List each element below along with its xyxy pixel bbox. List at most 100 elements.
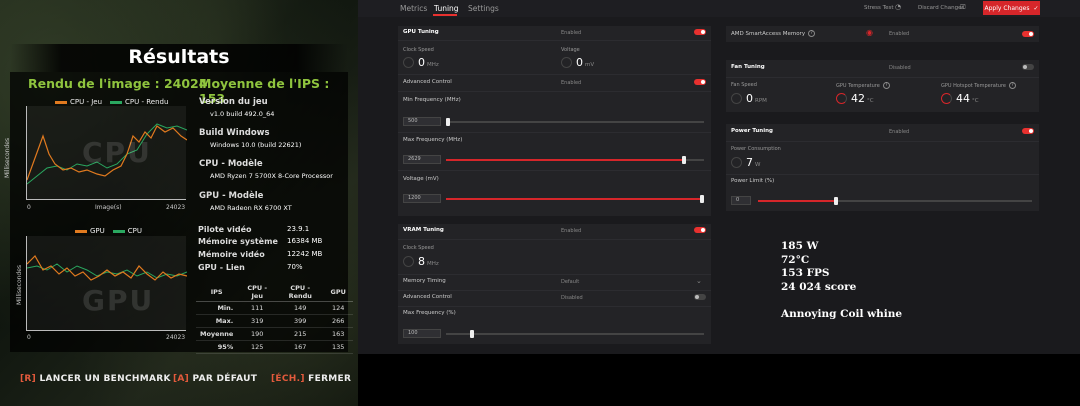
table-cell: 125: [237, 340, 278, 354]
tab-settings[interactable]: Settings: [468, 4, 499, 13]
max-frequency-label: Max Frequency (MHz): [403, 137, 463, 143]
gpu-tuning-toggle[interactable]: [694, 29, 706, 35]
max-frequency-slider-fill: [446, 159, 683, 161]
table-cell: 319: [237, 314, 278, 328]
power-tuning-toggle[interactable]: [1022, 128, 1034, 134]
vram-clock-number: 8: [418, 255, 425, 268]
run-benchmark-button[interactable]: [R] LANCER UN BENCHMARK: [20, 374, 171, 384]
close-key: [ÉCH.]: [271, 374, 305, 384]
gpu-frame-time-chart: GPU: [26, 236, 188, 331]
voltage-mv-input[interactable]: 1200: [403, 194, 441, 203]
voltage-gauge-icon: [561, 57, 572, 68]
table-row: Moyenne 190 215 163: [196, 327, 354, 341]
chart1-ylabel: Millisecondes: [4, 137, 11, 178]
cpu-model-label: CPU - Modèle: [199, 159, 263, 169]
chevron-down-icon[interactable]: ⌄: [696, 277, 702, 285]
note-score: 24 024 score: [781, 281, 857, 293]
close-button[interactable]: [ÉCH.] FERMER: [271, 374, 351, 384]
benchmark-results-panel: Résultats Rendu de l'image : 24024 Moyen…: [0, 0, 358, 406]
voltage-value: 0 mV: [576, 56, 594, 69]
help-icon[interactable]: ?: [882, 82, 890, 89]
default-label: PAR DÉFAUT: [192, 374, 258, 384]
power-tuning-title: Power Tuning: [731, 128, 773, 134]
voltage-mv-slider-handle[interactable]: [700, 195, 704, 203]
divider: [398, 132, 711, 133]
default-button[interactable]: [A] PAR DÉFAUT: [173, 374, 257, 384]
divider: [398, 306, 711, 307]
table-cell: 149: [277, 301, 324, 315]
chart1-x-start: 0: [27, 204, 31, 211]
divider: [398, 170, 711, 171]
table-row: 95% 125 167 135: [196, 340, 354, 354]
gpu-model-label: GPU - Modèle: [199, 191, 264, 201]
memory-timing-dropdown[interactable]: Default: [561, 279, 579, 285]
power-limit-input[interactable]: 0: [731, 196, 751, 205]
divider: [726, 174, 1039, 175]
discard-changes-button[interactable]: Discard Changes: [918, 5, 964, 11]
fan-speed-value: 0 RPM: [746, 92, 767, 105]
vram-clock-speed-label: Clock Speed: [403, 245, 434, 251]
power-tuning-card: Power Tuning Enabled Power Consumption 7…: [726, 124, 1039, 211]
discard-icon: ⎚: [960, 3, 966, 11]
run-benchmark-key: [R]: [20, 374, 37, 384]
radeon-tuning-window: Metrics Tuning Settings Stress Test ◔ Di…: [358, 0, 1080, 354]
max-frequency-slider-handle[interactable]: [682, 156, 686, 164]
fps-stats-table: IPS CPU - Jeu CPU - Rendu GPU Min. 111 1…: [196, 283, 354, 354]
chart1-legend: CPU - Jeu CPU - Rendu: [55, 98, 168, 106]
table-header: CPU - Jeu: [237, 283, 278, 302]
power-limit-slider-handle[interactable]: [834, 197, 838, 205]
divider: [398, 239, 711, 240]
table-cell: 190: [237, 327, 278, 341]
table-cell: 111: [237, 301, 278, 315]
divider: [398, 40, 711, 41]
max-frequency-input[interactable]: 2629: [403, 155, 441, 164]
vram-max-frequency-slider-handle[interactable]: [470, 330, 474, 338]
advanced-control-toggle[interactable]: [694, 79, 706, 85]
vram-max-frequency-label: Max Frequency (%): [403, 310, 456, 316]
gpu-temperature-gauge-icon: [836, 93, 847, 104]
stress-test-button[interactable]: Stress Test: [864, 5, 893, 11]
table-row: Min. 111 149 124: [196, 301, 354, 315]
sam-toggle[interactable]: [1022, 31, 1034, 37]
fan-tuning-toggle[interactable]: [1022, 64, 1034, 70]
min-frequency-input[interactable]: 500: [403, 117, 441, 126]
voltage-unit: mV: [585, 62, 595, 68]
video-memory-value: 12242 MB: [287, 250, 323, 258]
smart-access-memory-card: AMD SmartAccess Memory? ◉ Enabled: [726, 26, 1039, 42]
clock-speed-label: Clock Speed: [403, 47, 434, 53]
gauge-icon: ◔: [895, 3, 902, 11]
apply-changes-button[interactable]: Apply Changes ✓: [983, 1, 1040, 15]
power-consumption-unit: W: [755, 162, 761, 168]
min-frequency-slider-handle[interactable]: [446, 118, 450, 126]
hotspot-temperature-number: 44: [956, 92, 970, 105]
legend-cpu: CPU: [127, 227, 143, 235]
system-memory-label: Mémoire système: [198, 237, 278, 246]
tab-tuning[interactable]: Tuning: [434, 4, 459, 13]
divider: [726, 77, 1039, 78]
legend-gpu: GPU: [90, 227, 105, 235]
gpu-temperature-label: GPU Temperature?: [836, 82, 890, 89]
gpu-link-value: 70%: [287, 263, 303, 271]
min-frequency-slider-track[interactable]: [446, 121, 704, 123]
chart2-legend: GPU CPU: [75, 227, 142, 235]
help-icon[interactable]: ?: [1008, 82, 1016, 89]
tab-metrics[interactable]: Metrics: [400, 4, 427, 13]
close-label: FERMER: [308, 374, 352, 384]
gpu-tuning-status: Enabled: [561, 30, 582, 36]
table-cell: Moyenne: [196, 327, 238, 341]
vram-advanced-control-toggle[interactable]: [694, 294, 706, 300]
windows-build-label: Build Windows: [199, 128, 270, 138]
power-consumption-number: 7: [746, 156, 753, 169]
table-cell: Max.: [196, 314, 238, 328]
vram-advanced-control-label: Advanced Control: [403, 294, 452, 300]
help-icon[interactable]: ?: [808, 30, 816, 37]
vram-tuning-card: VRAM Tuning Enabled Clock Speed 8 MHz Mem…: [398, 224, 711, 344]
gpu-temperature-label-text: GPU Temperature: [836, 83, 880, 89]
table-cell: 95%: [196, 340, 238, 354]
vram-max-frequency-slider-track[interactable]: [446, 333, 704, 335]
hotspot-temperature-value: 44 °C: [956, 92, 979, 105]
vram-tuning-toggle[interactable]: [694, 227, 706, 233]
vram-max-frequency-input[interactable]: 100: [403, 329, 441, 338]
video-driver-value: 23.9.1: [287, 225, 310, 233]
note-power: 185 W: [781, 240, 819, 252]
